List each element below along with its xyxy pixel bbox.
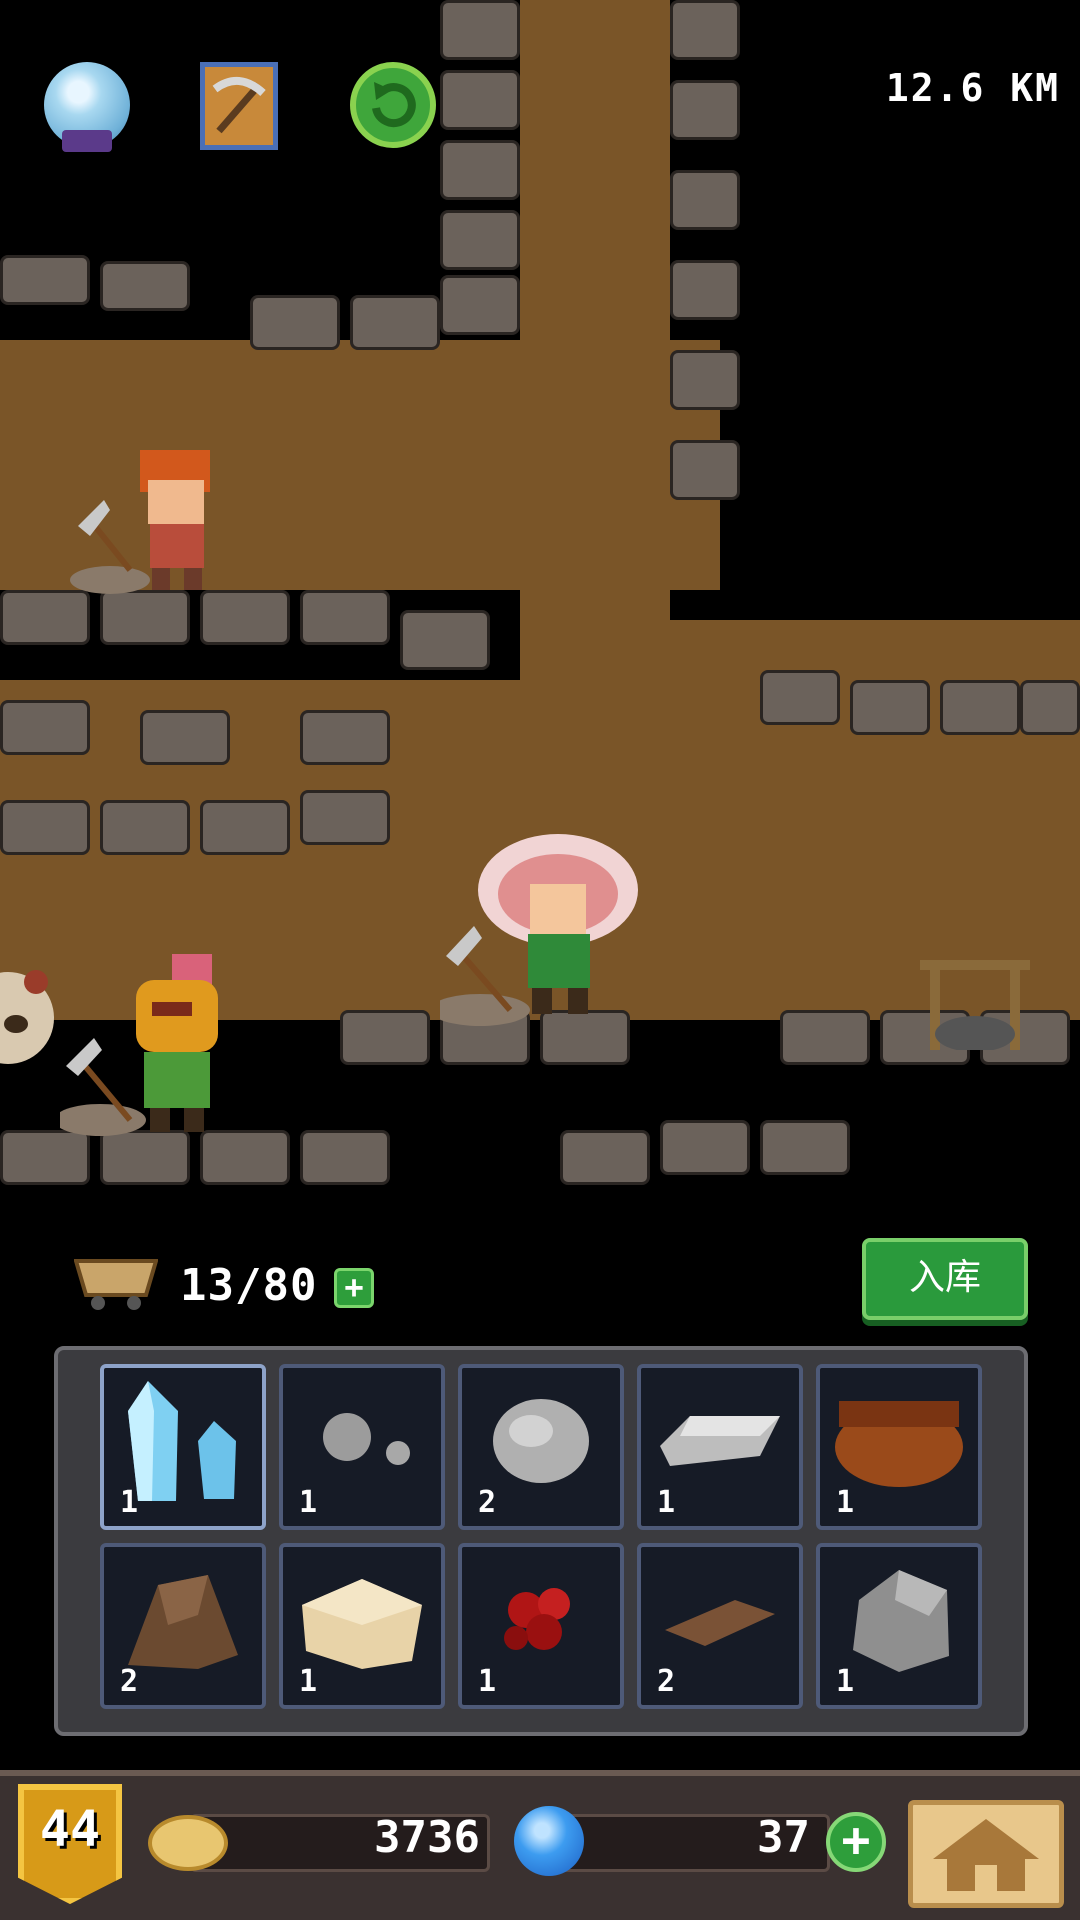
raccoon-pet[interactable] xyxy=(0,960,60,1070)
mine-cart-icon xyxy=(73,1255,159,1311)
inventory-slot[interactable]: 1 xyxy=(279,1543,445,1709)
sandstone-block-icon xyxy=(302,1578,422,1669)
item-count: 1 xyxy=(657,1485,676,1520)
home-button[interactable] xyxy=(908,1800,1064,1908)
inventory-slot[interactable]: 2 xyxy=(458,1364,624,1530)
inventory-slot[interactable]: 1 xyxy=(100,1364,266,1530)
brown-rock-icon xyxy=(128,1574,238,1669)
gem-amount: 37 xyxy=(757,1812,810,1863)
iron-ingot-icon xyxy=(660,1415,780,1466)
cart-expand-button[interactable]: + xyxy=(334,1268,374,1308)
item-count: 1 xyxy=(120,1485,139,1520)
gold-coin-icon xyxy=(148,1815,228,1871)
inventory-slot[interactable]: 1 xyxy=(458,1543,624,1709)
inventory-slot[interactable]: 1 xyxy=(816,1543,982,1709)
home-icon xyxy=(933,1819,1039,1891)
miner-feather-headdress[interactable] xyxy=(430,830,660,1030)
rock-ledge-left-middle xyxy=(0,590,510,880)
item-count: 1 xyxy=(299,1485,318,1520)
inventory-grid: 1 1 2 1 1 2 1 1 2 1 xyxy=(100,1364,982,1709)
mine-shaft-frame xyxy=(910,950,1040,1052)
inventory-slot[interactable]: 2 xyxy=(637,1543,803,1709)
cart-capacity: 13/80 xyxy=(180,1260,318,1311)
inventory-slot[interactable]: 2 xyxy=(100,1543,266,1709)
inventory-panel: 1 1 2 1 1 2 1 1 2 1 xyxy=(54,1346,1028,1736)
crystal-ball-stand xyxy=(62,130,112,152)
item-count: 2 xyxy=(478,1485,497,1520)
mine-scene: 12.6 KM xyxy=(0,0,1080,1225)
inventory-slot[interactable]: 1 xyxy=(637,1364,803,1530)
item-count: 2 xyxy=(657,1664,676,1699)
distance-readout: 12.6 KM xyxy=(885,66,1060,110)
blue-gem-icon xyxy=(514,1806,584,1876)
wood-plank-icon xyxy=(665,1599,775,1646)
grey-stone-icon xyxy=(853,1569,949,1672)
inventory-slot[interactable]: 1 xyxy=(816,1364,982,1530)
rock-wall-right xyxy=(670,0,770,680)
store-button[interactable]: 入库 xyxy=(862,1238,1028,1320)
item-count: 1 xyxy=(299,1664,318,1699)
item-count: 1 xyxy=(478,1664,497,1699)
rock-ledge-right xyxy=(760,660,1080,780)
item-count: 1 xyxy=(836,1664,855,1699)
rock-ledge-upper-left xyxy=(0,255,520,350)
miner-red-hair[interactable] xyxy=(70,430,240,600)
pickaxe-book-icon[interactable] xyxy=(200,62,278,150)
small-stones-icon xyxy=(323,1412,410,1465)
buy-gems-button[interactable]: + xyxy=(826,1812,886,1872)
inventory-slot[interactable]: 1 xyxy=(279,1364,445,1530)
miner-golden-helmet[interactable] xyxy=(54,950,260,1140)
player-level: 44 xyxy=(39,1800,101,1858)
item-count: 1 xyxy=(836,1485,855,1520)
leather-pouch-icon xyxy=(835,1400,963,1487)
red-berries-icon xyxy=(504,1587,570,1650)
refresh-icon[interactable] xyxy=(350,62,436,148)
item-count: 2 xyxy=(120,1664,139,1699)
gold-amount: 3736 xyxy=(374,1812,480,1863)
silver-ore-icon xyxy=(493,1398,589,1483)
